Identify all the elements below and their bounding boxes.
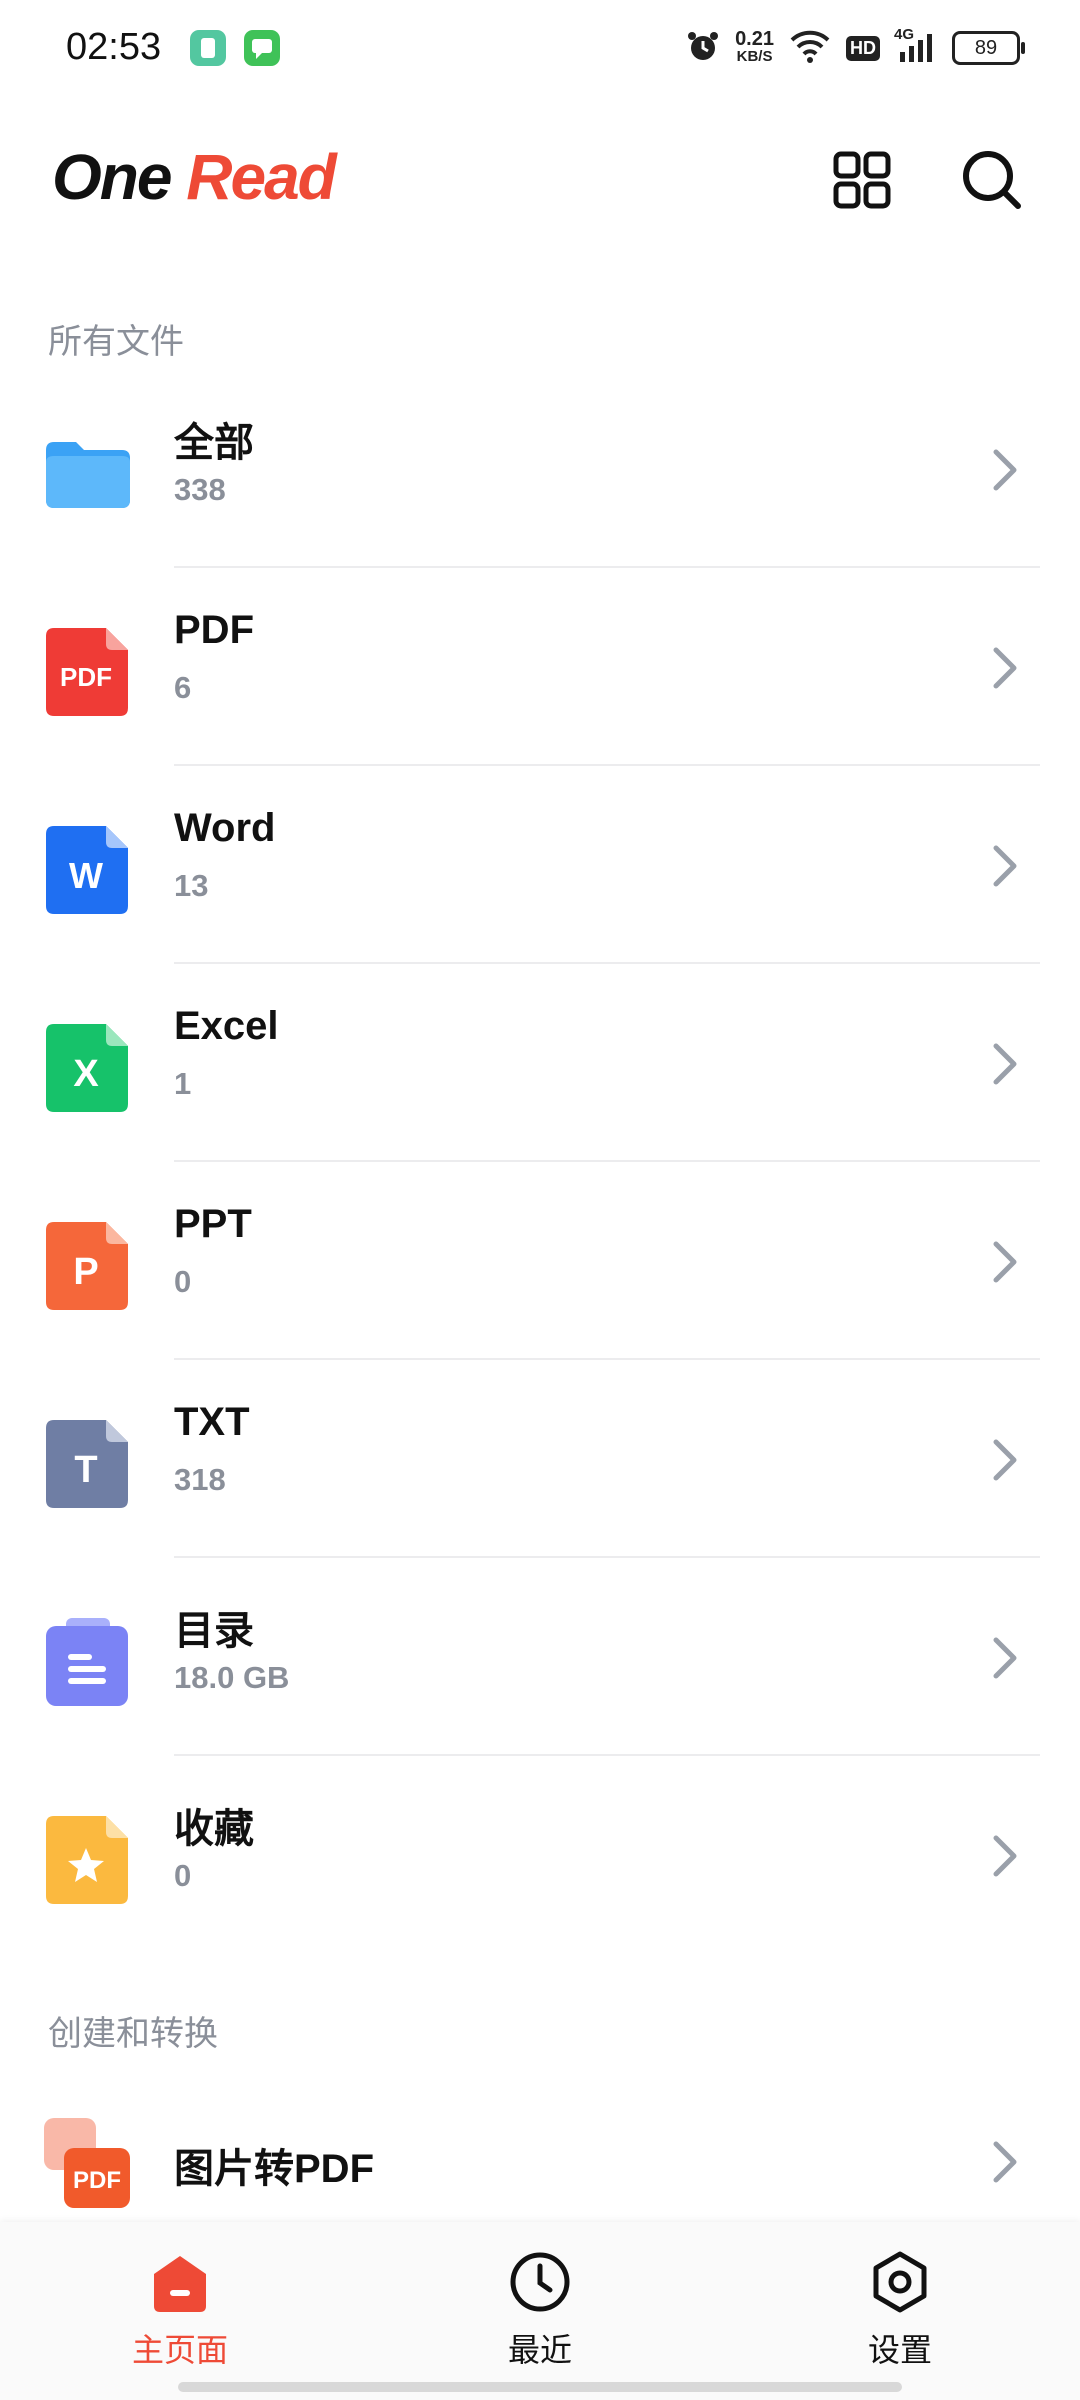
- chevron-right-icon: [993, 2141, 1017, 2183]
- item-count: 318: [174, 1462, 226, 1497]
- list-item-ppt[interactable]: P PPT 0: [0, 1162, 1080, 1360]
- item-name: 全部: [174, 421, 254, 465]
- excel-icon-label: X: [73, 1053, 99, 1095]
- item-count: 338: [174, 472, 226, 507]
- chevron-right-icon: [993, 1241, 1017, 1283]
- speed-unit: KB/S: [736, 48, 773, 65]
- list-item-pdf[interactable]: PDF PDF 6: [0, 568, 1080, 766]
- excel-file-icon: X: [46, 1024, 128, 1112]
- message-notification-icon: [244, 30, 280, 66]
- item-name: Word: [174, 806, 276, 850]
- ppt-file-icon: P: [46, 1222, 128, 1310]
- item-count: 18.0 GB: [174, 1660, 290, 1695]
- item-name: TXT: [174, 1400, 250, 1444]
- list-item-directory[interactable]: 目录 18.0 GB: [0, 1558, 1080, 1756]
- ppt-icon-label: P: [73, 1251, 98, 1293]
- alarm-icon: [685, 28, 721, 69]
- home-indicator: [178, 2382, 902, 2392]
- item-name: 目录: [174, 1609, 254, 1653]
- item-count: 6: [174, 670, 192, 705]
- hd-badge: HD: [846, 35, 880, 61]
- search-icon: [963, 151, 1021, 209]
- item-name: Excel: [174, 1004, 279, 1048]
- speed-value: 0.21: [735, 28, 774, 50]
- directory-icon: [46, 1618, 128, 1706]
- item-count: 0: [174, 1264, 192, 1299]
- list-item-excel[interactable]: X Excel 1: [0, 964, 1080, 1162]
- chevron-right-icon: [993, 1637, 1017, 1679]
- logo-read: Read: [186, 141, 336, 213]
- network-type: 4G: [894, 26, 915, 43]
- grid-view-button[interactable]: [827, 145, 897, 215]
- favorites-icon: [46, 1816, 128, 1904]
- section-title-all-files: 所有文件: [48, 323, 184, 361]
- grid-icon: [833, 151, 891, 209]
- item-name: 图片转PDF: [174, 2147, 374, 2191]
- txt-file-icon: T: [46, 1420, 128, 1508]
- settings-icon: [873, 2251, 927, 2313]
- app-notification-icon: [190, 30, 226, 66]
- chevron-right-icon: [993, 845, 1017, 887]
- folder-icon: [46, 442, 130, 508]
- txt-icon-label: T: [74, 1449, 97, 1491]
- item-count: 1: [174, 1066, 192, 1101]
- word-file-icon: W: [46, 826, 128, 914]
- file-category-list: 全部 338 PDF PDF 6 W Word 13 X Excel 1 P P…: [0, 370, 1080, 1954]
- list-item-favorites[interactable]: 收藏 0: [0, 1756, 1080, 1954]
- image-to-pdf-icon-label: PDF: [73, 2167, 121, 2194]
- chevron-right-icon: [993, 1439, 1017, 1481]
- clock-icon: [510, 2252, 570, 2312]
- chevron-right-icon: [993, 1043, 1017, 1085]
- logo-one: One: [52, 141, 172, 213]
- item-name: PPT: [174, 1202, 252, 1246]
- nav-home[interactable]: 主页面: [80, 2250, 280, 2371]
- cellular-signal-icon: 4G: [894, 26, 938, 66]
- nav-settings[interactable]: 设置: [800, 2250, 1000, 2371]
- item-count: 0: [174, 1858, 192, 1893]
- image-to-pdf-item[interactable]: PDF 图片转PDF: [0, 2100, 1080, 2220]
- nav-recent-label: 最近: [507, 2332, 572, 2368]
- nav-recent[interactable]: 最近: [440, 2250, 640, 2371]
- bottom-navigation: 主页面 最近 设置: [0, 2222, 1080, 2400]
- status-bar: 02:53 0.21 KB/S HD 4G 89: [0, 0, 1080, 95]
- word-icon-label: W: [69, 855, 103, 896]
- search-button[interactable]: [957, 145, 1027, 215]
- item-count: 13: [174, 868, 209, 903]
- pdf-icon-label: PDF: [60, 662, 112, 692]
- chevron-right-icon: [993, 449, 1017, 491]
- nav-settings-label: 设置: [867, 2332, 932, 2368]
- chevron-right-icon: [993, 647, 1017, 689]
- battery-indicator: 89: [952, 31, 1025, 65]
- nav-home-label: 主页面: [131, 2332, 228, 2368]
- section-title-create-convert: 创建和转换: [48, 2015, 218, 2053]
- pdf-file-icon: PDF: [46, 628, 128, 716]
- app-logo: One Read: [52, 140, 337, 214]
- network-speed: 0.21 KB/S: [735, 28, 774, 66]
- chevron-right-icon: [993, 1835, 1017, 1877]
- list-item-txt[interactable]: T TXT 318: [0, 1360, 1080, 1558]
- list-item-word[interactable]: W Word 13: [0, 766, 1080, 964]
- status-indicators: 0.21 KB/S HD 4G 89: [685, 24, 1025, 72]
- item-name: PDF: [174, 608, 254, 652]
- home-icon: [154, 2256, 206, 2312]
- image-to-pdf-icon: PDF: [44, 2118, 130, 2208]
- wifi-icon: [788, 28, 832, 69]
- item-name: 收藏: [174, 1807, 254, 1851]
- list-item-all[interactable]: 全部 338: [0, 370, 1080, 568]
- status-time: 02:53: [66, 26, 162, 68]
